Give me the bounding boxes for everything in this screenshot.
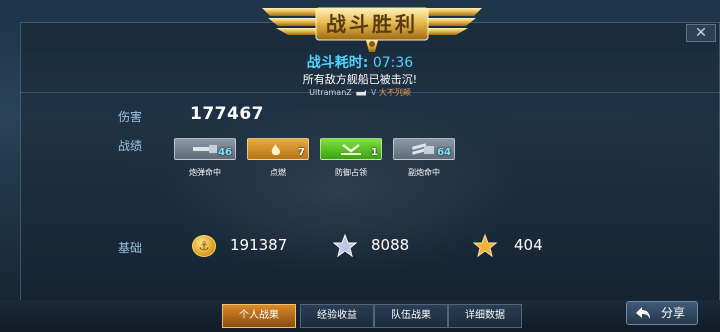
secondary-gun-icon [411, 143, 434, 155]
share-label: 分享 [661, 306, 686, 320]
silver-star-icon [332, 233, 358, 258]
battle-time: 战斗耗时: 07:36 [0, 54, 720, 72]
badge-count: 46 [218, 147, 232, 158]
coin-value: 191387 [230, 236, 288, 254]
exp-value: 8088 [371, 236, 410, 254]
victory-banner: 战斗胜利 [262, 0, 482, 54]
shield-check-icon [341, 144, 361, 155]
share-button[interactable]: 分享 [626, 301, 698, 325]
battle-time-label: 战斗耗时: [306, 55, 369, 71]
rank-value: 404 [514, 236, 543, 254]
badge-count: 64 [437, 147, 451, 158]
badge-shell-hits[interactable]: 46 [174, 138, 236, 160]
fire-icon [271, 144, 280, 155]
tab-personal-results[interactable]: 个人战果 [222, 304, 296, 328]
sunk-name: 大不列颠 [378, 88, 411, 97]
badge-label-ignite: 点燃 [270, 168, 286, 177]
badge-count: 7 [298, 147, 305, 158]
badge-count: 1 [371, 147, 378, 158]
tab-team-results[interactable]: 队伍战果 [374, 304, 448, 328]
badge-secondary-hits[interactable]: 64 [393, 138, 455, 160]
badge-label-shell-hits: 炮弹命中 [189, 168, 221, 177]
tab-exp-gain[interactable]: 经验收益 [300, 304, 374, 328]
damage-value: 177467 [190, 104, 264, 124]
killer-name: UltramanZ [309, 88, 352, 97]
damage-label: 伤害 [118, 110, 143, 124]
gold-star-icon [472, 233, 498, 258]
victory-title: 战斗胜利 [326, 12, 418, 36]
badge-label-secondary-hits: 副炮命中 [408, 168, 440, 177]
base-label: 基础 [118, 241, 143, 255]
cannon-icon [193, 145, 217, 153]
record-label: 战绩 [118, 139, 143, 153]
ship-icon [356, 89, 367, 96]
share-arrow-icon [636, 307, 650, 319]
battle-result: 所有敌方舰船已被击沉! [302, 73, 418, 86]
badge-label-defense: 防御占领 [335, 168, 367, 177]
kill-vs: V [370, 88, 377, 97]
tab-detail-data[interactable]: 详细数据 [448, 304, 522, 328]
badge-defense[interactable]: 1 [320, 138, 382, 160]
close-button[interactable]: ✕ [686, 24, 716, 42]
anchor-coin-icon: ⚓ [192, 235, 216, 257]
battle-time-value: 07:36 [372, 55, 414, 71]
badge-ignite[interactable]: 7 [247, 138, 309, 160]
kill-feed: UltramanZ V 大不列颠 [0, 88, 720, 98]
